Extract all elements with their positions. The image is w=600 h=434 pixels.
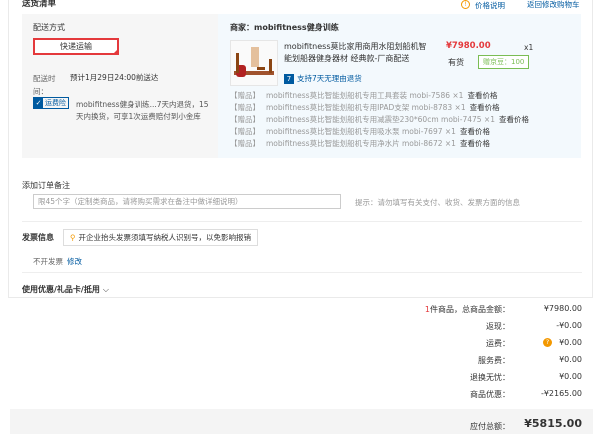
info-icon: ! (461, 0, 470, 9)
selected-corner-icon (112, 48, 119, 55)
discount-amount: -¥2165.00 (540, 389, 582, 398)
gift-view-price-link[interactable]: 查看价格 (470, 103, 500, 112)
shipping-method-text: 快递运输 (60, 42, 92, 51)
rowing-machine-image (231, 41, 277, 85)
invoice-edit-link[interactable]: 修改 (67, 256, 82, 267)
coupon-toggle[interactable]: 使用优惠/礼品卡/抵用 ⌵ (22, 284, 109, 295)
delivery-time-value: 预计1月29日24:00前送达 (70, 73, 159, 82)
jingdou-badge: 赠京豆：100 (478, 55, 530, 69)
chevron-down-icon: ⌵ (102, 285, 109, 294)
freight-insurance-tag: ✓ 运费险 (33, 97, 69, 109)
goods-count-label: 1件商品，总商品金额： (380, 304, 510, 315)
shipping-method-option[interactable]: 快递运输 (33, 38, 119, 55)
remark-hint: 提示：请勿填写有关支付、收货、发票方面的信息 (355, 198, 520, 207)
service-fee-label: 服务费： (478, 356, 510, 365)
gift-row: 【赠品】 mobifitness莫比智能划船机专用净水片 mobi-8672 ×1… (230, 138, 490, 149)
order-remark-input[interactable]: 限45个字（定制类商品，请将购买需求在备注中做详细说明） (33, 194, 341, 209)
section-title: 送货清单 (22, 0, 57, 9)
invoice-value: 不开发票 (33, 257, 63, 266)
product-image[interactable] (230, 40, 278, 86)
gift-view-price-link[interactable]: 查看价格 (460, 127, 490, 136)
seven-day-return-text: 支持7天无理由退货 (297, 74, 362, 83)
divider (22, 272, 582, 273)
gift-name[interactable]: mobifitness莫比智能划船机专用吸水泵 mobi-7697 ×1 (266, 127, 456, 136)
price-note-link[interactable]: 价格说明 (475, 0, 505, 11)
gift-row: 【赠品】 mobifitness莫比智能划船机专用吸水泵 mobi-7697 ×1… (230, 126, 490, 137)
shipping-method-label: 配送方式 (33, 23, 65, 32)
gift-name[interactable]: mobifitness莫比智能划船机专用IPAD支架 mobi-8783 ×1 (266, 103, 466, 112)
gift-row: 【赠品】 mobifitness莫比智能划船机专用工具套装 mobi-7586 ×… (230, 90, 497, 101)
return-7-icon: 7 (284, 74, 294, 84)
gift-tag: 【赠品】 (230, 127, 260, 136)
rebate-label: 返现： (486, 322, 510, 331)
gift-tag: 【赠品】 (230, 103, 260, 112)
remark-label: 添加订单备注 (22, 181, 70, 190)
invoice-tip: ⚲ 开企业抬头发票须填写纳税人识别号，以免影响报销 (63, 229, 258, 246)
service-fee-amount: ¥0.00 (559, 355, 582, 364)
return-worry-free-amount: ¥0.00 (559, 372, 582, 381)
payable-label: 应付总额： (470, 422, 510, 431)
return-worry-free-label: 退换无忧： (470, 373, 510, 382)
gift-name[interactable]: mobifitness莫比智能划船机专用净水片 mobi-8672 ×1 (266, 139, 456, 148)
gift-tag: 【赠品】 (230, 115, 260, 124)
gift-tag: 【赠品】 (230, 139, 260, 148)
freight-insurance-text: 运费险 (45, 99, 66, 107)
location-pin-icon: ⚲ (70, 233, 76, 242)
product-qty: x1 (524, 43, 534, 52)
gift-view-price-link[interactable]: 查看价格 (467, 91, 497, 100)
gift-row: 【赠品】 mobifitness莫比智能划船机专用减震垫230*60cm mobi… (230, 114, 529, 125)
freight-insurance-icon: ✓ (34, 98, 43, 108)
stock-status: 有货 (448, 58, 464, 67)
invoice-label: 发票信息 (22, 233, 54, 242)
gift-row: 【赠品】 mobifitness莫比智能划船机专用IPAD支架 mobi-8783… (230, 102, 500, 113)
seven-day-return[interactable]: 7 支持7天无理由退货 (284, 73, 362, 84)
freight-label: 运费： (486, 339, 510, 348)
gift-name[interactable]: mobifitness莫比智能划船机专用减震垫230*60cm mobi-747… (266, 115, 495, 124)
product-name[interactable]: mobifitness莫比家用商用水阻划船机智能划船器健身器材 经典款-厂商配送 (284, 41, 432, 65)
discount-label: 商品优惠： (470, 390, 510, 399)
gift-view-price-link[interactable]: 查看价格 (499, 115, 529, 124)
goods-count-text: 件商品，总商品金额： (430, 305, 510, 314)
total-goods-amount: ¥7980.00 (543, 304, 582, 313)
payable-amount: ¥5815.00 (524, 417, 582, 430)
gift-name[interactable]: mobifitness莫比智能划船机专用工具套装 mobi-7586 ×1 (266, 91, 463, 100)
delivery-time-label: 配送时间： (33, 74, 56, 96)
seller-name[interactable]: 商家：mobifitness健身训练 (230, 22, 339, 33)
gift-view-price-link[interactable]: 查看价格 (460, 139, 490, 148)
product-price: ¥7980.00 (446, 41, 491, 51)
coupon-label: 使用优惠/礼品卡/抵用 (22, 285, 100, 294)
back-to-cart-link[interactable]: 返回修改购物车 (527, 0, 580, 10)
invoice-tip-text: 开企业抬头发票须填写纳税人识别号，以免影响报销 (78, 233, 252, 242)
divider (22, 221, 582, 222)
gift-tag: 【赠品】 (230, 91, 260, 100)
freight-amount: ¥0.00 (559, 338, 582, 347)
freight-insurance-desc: mobifitness健身训练...7天内退货，15天内换货，可享1次运费赔付到… (76, 100, 209, 121)
rebate-amount: -¥0.00 (556, 321, 582, 330)
